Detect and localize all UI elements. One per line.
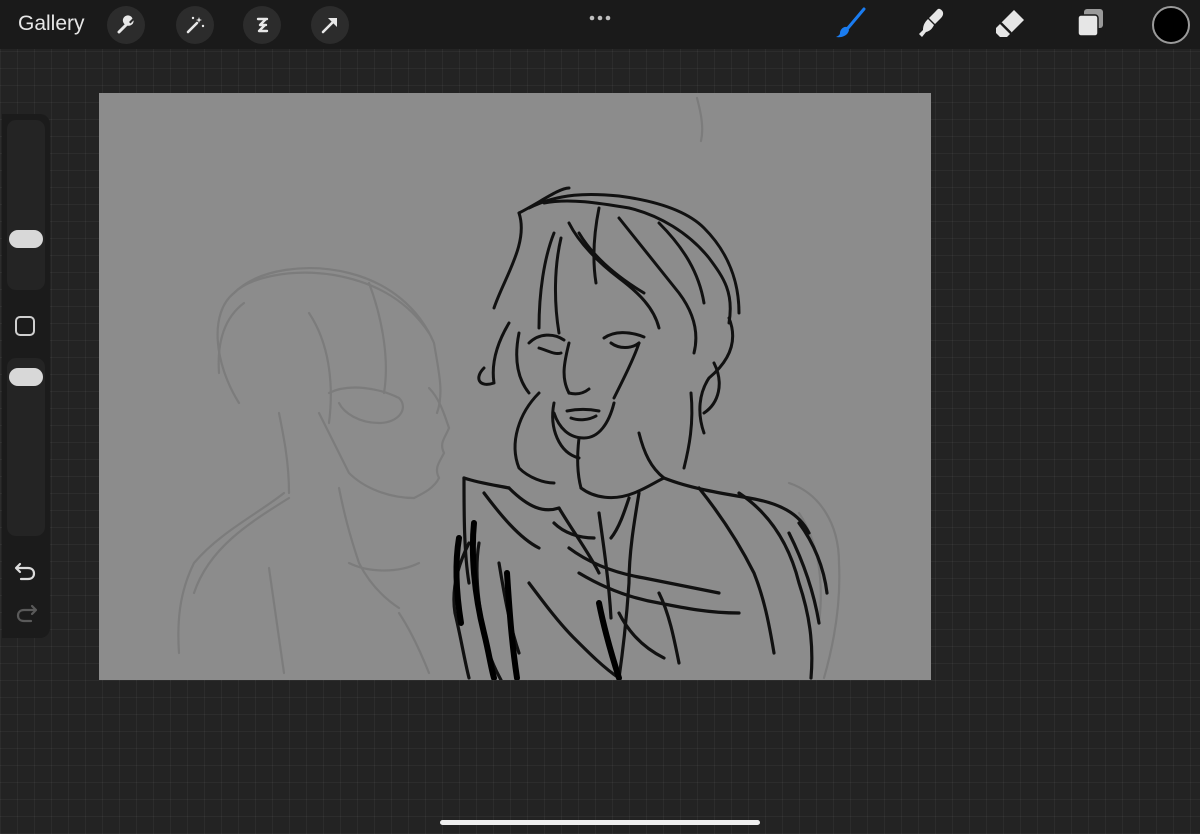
main-figure-sketch bbox=[477, 186, 741, 500]
gallery-button[interactable]: Gallery bbox=[18, 11, 85, 37]
transform-arrow-icon bbox=[319, 14, 341, 36]
drawing-canvas[interactable] bbox=[99, 93, 931, 680]
undo-icon bbox=[14, 562, 38, 586]
home-indicator bbox=[440, 820, 760, 825]
layers-icon bbox=[1073, 6, 1107, 45]
magic-wand-icon bbox=[184, 14, 206, 36]
transform-button[interactable] bbox=[311, 6, 349, 44]
brush-icon bbox=[834, 6, 868, 45]
top-toolbar: Gallery bbox=[0, 0, 1200, 49]
selection-icon bbox=[251, 14, 273, 36]
brush-size-thumb[interactable] bbox=[9, 230, 43, 248]
redo-icon bbox=[14, 604, 38, 628]
sketch-artwork bbox=[177, 96, 841, 680]
smudge-tool-button[interactable] bbox=[911, 6, 949, 44]
undo-button[interactable] bbox=[14, 560, 38, 582]
modify-button[interactable] bbox=[15, 316, 35, 336]
brush-tool-button[interactable] bbox=[832, 6, 870, 44]
procreate-app: Gallery bbox=[0, 0, 1200, 834]
actions-button[interactable] bbox=[107, 6, 145, 44]
smudge-icon bbox=[913, 6, 947, 45]
eraser-tool-button[interactable] bbox=[992, 6, 1030, 44]
selection-button[interactable] bbox=[243, 6, 281, 44]
opacity-thumb[interactable] bbox=[9, 368, 43, 386]
redo-button[interactable] bbox=[14, 602, 38, 624]
layers-button[interactable] bbox=[1071, 6, 1109, 44]
more-options-icon[interactable] bbox=[588, 9, 612, 21]
eraser-icon bbox=[994, 6, 1028, 45]
wrench-icon bbox=[115, 14, 137, 36]
brush-size-slider[interactable] bbox=[7, 120, 45, 290]
left-sidebar bbox=[2, 114, 50, 638]
opacity-slider[interactable] bbox=[7, 358, 45, 536]
adjustments-button[interactable] bbox=[176, 6, 214, 44]
color-picker-button[interactable] bbox=[1152, 6, 1190, 44]
